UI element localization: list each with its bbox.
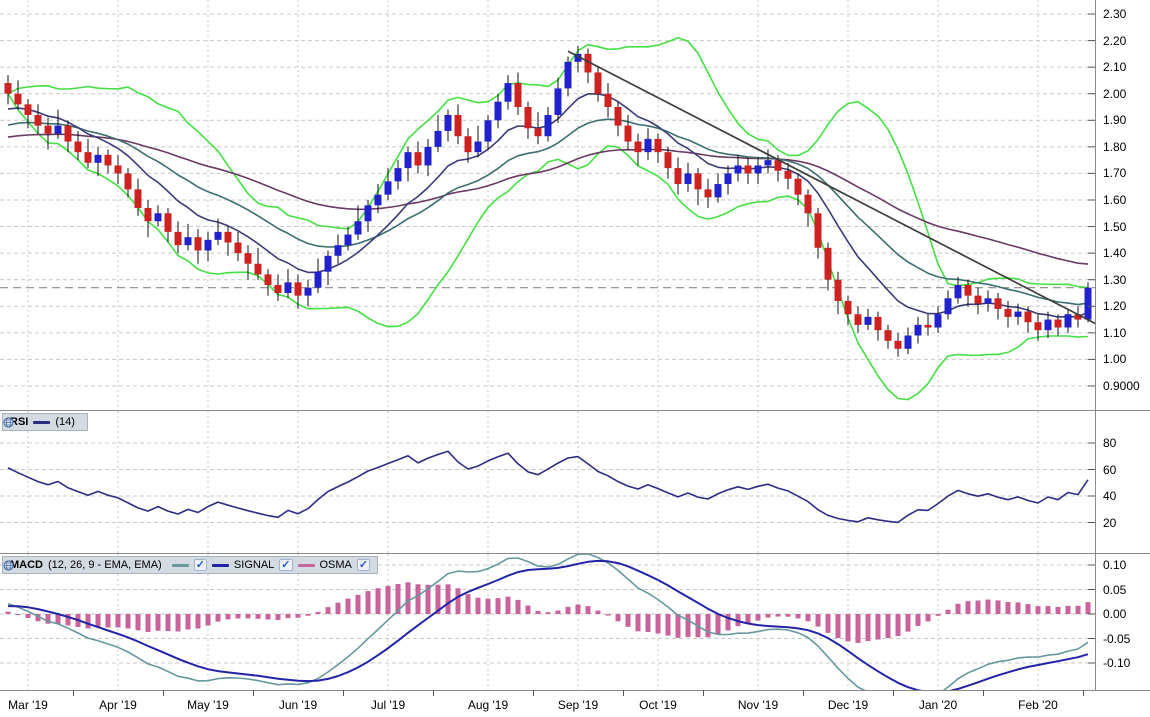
rsi-line-swatch [33,421,50,424]
time-tick [623,690,624,696]
osma-label: OSMA [320,559,352,571]
axis-tick-label: 60 [1103,463,1116,477]
month-label: Mar '19 [0,698,63,712]
time-tick [343,690,344,696]
month-label: Jan '20 [903,698,973,712]
axis-tick-label: 80 [1103,436,1116,450]
time-tick [893,690,894,696]
axis-tick-label: 2.30 [1103,7,1126,21]
month-label: May '19 [173,698,243,712]
time-tick [73,690,74,696]
axis-tick-label: 0.10 [1103,558,1126,572]
axis-tick-label: 1.60 [1103,193,1126,207]
axis-tick-label: 0.00 [1103,607,1126,621]
axis-tick-label: 1.40 [1103,246,1126,260]
time-tick [703,690,704,696]
axis-tick-label: 1.70 [1103,166,1126,180]
main-price-chart [0,0,1095,410]
panel-separator [0,690,1150,691]
axis-tick-label: 1.30 [1103,273,1126,287]
time-tick [253,690,254,696]
signal-line-swatch [212,564,229,567]
axis-tick-label: 2.10 [1103,60,1126,74]
month-label: Sep '19 [543,698,613,712]
rsi-panel [0,411,1095,553]
axis-tick-label: 1.90 [1103,113,1126,127]
time-tick [803,690,804,696]
axis-tick-label: 1.10 [1103,326,1126,340]
axis-tick-label: 1.20 [1103,299,1126,313]
price-axis: 2.30 2.20 2.10 2.00 1.90 1.80 1.70 1.60 1.50 1.40… [1095,0,1150,410]
axis-tick-label: 40 [1103,489,1116,503]
axis-tick-label: 1.50 [1103,220,1126,234]
axis-tick-label: -0.10 [1103,656,1130,670]
macd-axis: 0.10 0.05 0.00 -0.05 -0.10 [1095,554,1150,690]
time-tick [983,690,984,696]
macd-label: MACD [10,559,43,571]
month-label: Oct '19 [623,698,693,712]
month-label: Apr '19 [83,698,153,712]
panel-separator [0,553,1150,554]
macd-params: (12, 26, 9 - EMA, EMA) [48,559,162,571]
axis-tick-label: 2.20 [1103,34,1126,48]
osma-swatch [298,564,315,567]
signal-visible-checkbox[interactable]: ✓ [279,559,292,571]
time-tick [1083,690,1084,696]
time-tick [533,690,534,696]
osma-visible-checkbox[interactable]: ✓ [357,559,370,571]
rsi-params: (14) [55,416,75,428]
signal-label: SIGNAL [234,559,274,571]
axis-tick-label: 0.05 [1103,583,1126,597]
axis-tick-label: 1.80 [1103,140,1126,154]
month-label: Nov '19 [723,698,793,712]
macd-line-swatch [172,564,189,567]
macd-visible-checkbox[interactable]: ✓ [194,559,207,571]
time-tick [163,690,164,696]
rsi-axis: 80 60 40 20 [1095,411,1150,553]
chart-workspace: 2.30 2.20 2.10 2.00 1.90 1.80 1.70 1.60 1.50 1.40… [0,0,1150,717]
month-label: Dec '19 [813,698,883,712]
month-label: Jun '19 [263,698,333,712]
axis-tick-label: 0.9000 [1103,379,1140,393]
axis-tick-label: -0.05 [1103,632,1130,646]
month-label: Jul '19 [353,698,423,712]
axis-tick-label: 1.00 [1103,352,1126,366]
macd-legend-chip[interactable]: MACD (12, 26, 9 - EMA, EMA) ✓ SIGNAL ✓ O… [2,556,378,574]
axis-tick-label: 2.00 [1103,87,1126,101]
month-label: Aug '19 [453,698,523,712]
macd-panel [0,554,1095,690]
axis-tick-label: 20 [1103,516,1116,530]
time-tick [433,690,434,696]
panel-separator [0,410,1150,411]
rsi-legend-chip[interactable]: RSI (14) [2,413,88,431]
month-label: Feb '20 [1003,698,1073,712]
